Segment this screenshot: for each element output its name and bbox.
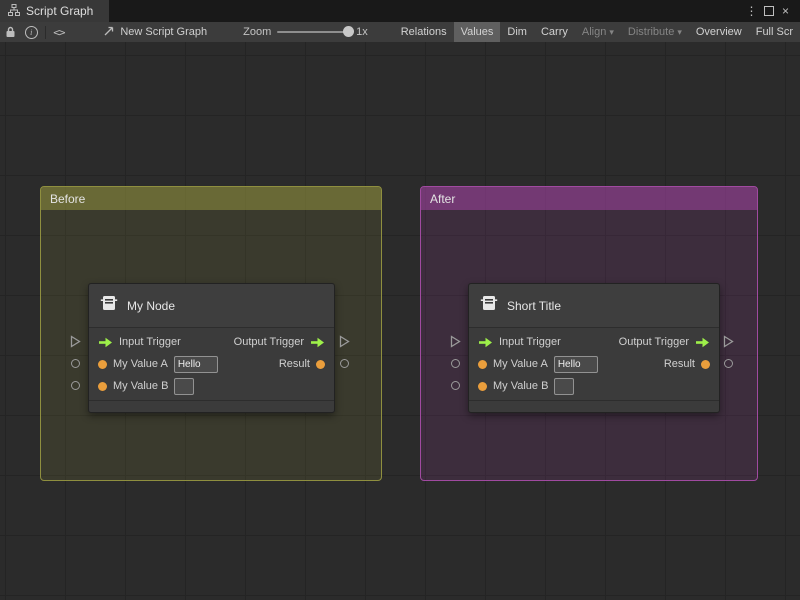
port-row: My Value A Result — [469, 353, 719, 375]
input-trigger-port-icon[interactable] — [478, 337, 493, 348]
node-body: Input Trigger Output Trigger My Value A — [89, 328, 334, 400]
port-label: Input Trigger — [499, 336, 561, 348]
zoom-label: Zoom — [243, 26, 272, 38]
group-after-header[interactable]: After — [421, 187, 757, 210]
port-label: My Value B — [113, 380, 169, 392]
external-value-port-icon[interactable] — [451, 359, 460, 368]
port-row: My Value B — [469, 375, 719, 397]
lock-icon[interactable] — [0, 22, 21, 42]
port-label: Input Trigger — [119, 336, 181, 348]
value-port-icon[interactable] — [98, 359, 107, 369]
distribute-label: Distribute — [627, 26, 675, 38]
toolbar-button-relations[interactable]: Relations — [394, 22, 454, 42]
value-a-input[interactable] — [173, 355, 218, 373]
script-graph-window: Script Graph ⋮ × i <> New Script Graph Z… — [0, 0, 800, 600]
external-value-port-icon[interactable] — [724, 359, 733, 368]
external-trigger-port-icon[interactable] — [450, 335, 461, 348]
toolbar-button-fullscreen[interactable]: Full Scr — [749, 22, 800, 42]
output-trigger-port-icon[interactable] — [695, 337, 710, 348]
toolbar-button-overview[interactable]: Overview — [689, 22, 749, 42]
port-label: Output Trigger — [618, 336, 689, 348]
result-port-icon[interactable] — [316, 359, 325, 369]
port-label: Result — [663, 358, 695, 370]
zoom-slider-track — [277, 31, 347, 33]
tab-script-graph[interactable]: Script Graph — [0, 0, 110, 22]
pointer-icon — [103, 25, 115, 40]
dropdown-arrow-icon: ▾ — [609, 26, 614, 37]
toolbar-button-values[interactable]: Values — [453, 22, 501, 42]
toolbar-button-align[interactable]: Align ▾ — [575, 22, 621, 42]
value-port-icon[interactable] — [478, 359, 487, 369]
result-port-icon[interactable] — [701, 359, 710, 369]
node-title: Short Title — [507, 298, 562, 313]
node-short-title[interactable]: Short Title Input Trigger Output Trigger — [468, 283, 720, 413]
value-a-input[interactable] — [553, 355, 598, 373]
node-header[interactable]: Short Title — [469, 284, 719, 328]
unit-icon — [480, 294, 498, 317]
group-before-label: Before — [50, 191, 86, 206]
port-label: Result — [278, 358, 310, 370]
align-label: Align — [581, 26, 607, 38]
node-footer — [89, 400, 334, 412]
external-trigger-port-icon[interactable] — [723, 335, 734, 348]
toolbar-button-distribute[interactable]: Distribute ▾ — [621, 22, 689, 42]
port-label: My Value A — [113, 358, 168, 370]
toolbar: i <> New Script Graph Zoom 1x Relations … — [0, 22, 800, 43]
close-icon[interactable]: × — [777, 0, 794, 22]
port-row: Input Trigger Output Trigger — [89, 331, 334, 353]
code-icon[interactable]: <> — [49, 22, 70, 42]
node-my-node[interactable]: My Node Input Trigger Output Trigger My … — [88, 283, 335, 413]
node-header[interactable]: My Node — [89, 284, 334, 328]
port-label: My Value B — [493, 380, 549, 392]
value-b-input[interactable] — [554, 377, 575, 395]
toolbar-button-carry[interactable]: Carry — [534, 22, 575, 42]
port-row: My Value B — [89, 375, 334, 397]
node-body: Input Trigger Output Trigger My Value A — [469, 328, 719, 400]
external-value-port-icon[interactable] — [71, 359, 80, 368]
new-script-graph-button[interactable]: New Script Graph — [103, 25, 207, 40]
info-icon[interactable]: i — [21, 22, 42, 42]
port-label: My Value A — [493, 358, 548, 370]
tab-title: Script Graph — [26, 4, 94, 18]
zoom-value: 1x — [356, 26, 368, 38]
external-value-port-icon[interactable] — [340, 359, 349, 368]
external-value-port-icon[interactable] — [71, 381, 80, 390]
port-row: My Value A Result — [89, 353, 334, 375]
script-graph-icon — [8, 3, 20, 19]
unit-icon — [100, 294, 118, 317]
value-b-input[interactable] — [174, 377, 195, 395]
window-controls: ⋮ × — [743, 0, 800, 22]
input-trigger-port-icon[interactable] — [98, 337, 113, 348]
dropdown-arrow-icon: ▾ — [677, 26, 682, 37]
value-port-icon[interactable] — [98, 381, 107, 391]
external-value-port-icon[interactable] — [451, 381, 460, 390]
menu-icon[interactable]: ⋮ — [743, 0, 760, 22]
value-port-icon[interactable] — [478, 381, 487, 391]
external-trigger-port-icon[interactable] — [70, 335, 81, 348]
toolbar-divider — [44, 25, 46, 39]
port-row: Input Trigger Output Trigger — [469, 331, 719, 353]
maximize-icon[interactable] — [760, 0, 777, 23]
external-trigger-port-icon[interactable] — [339, 335, 350, 348]
tab-bar: Script Graph ⋮ × — [0, 0, 800, 22]
toolbar-button-dim[interactable]: Dim — [500, 22, 534, 42]
graph-canvas[interactable]: Before After My Node Input Trigger Outpu… — [0, 42, 800, 600]
group-before-header[interactable]: Before — [41, 187, 381, 210]
zoom-slider-knob[interactable] — [343, 26, 355, 37]
group-after-label: After — [430, 191, 456, 206]
node-title: My Node — [127, 298, 176, 313]
output-trigger-port-icon[interactable] — [310, 337, 325, 348]
zoom-slider[interactable] — [277, 22, 355, 42]
port-label: Output Trigger — [233, 336, 304, 348]
new-script-graph-label: New Script Graph — [120, 26, 208, 38]
node-footer — [469, 400, 719, 412]
